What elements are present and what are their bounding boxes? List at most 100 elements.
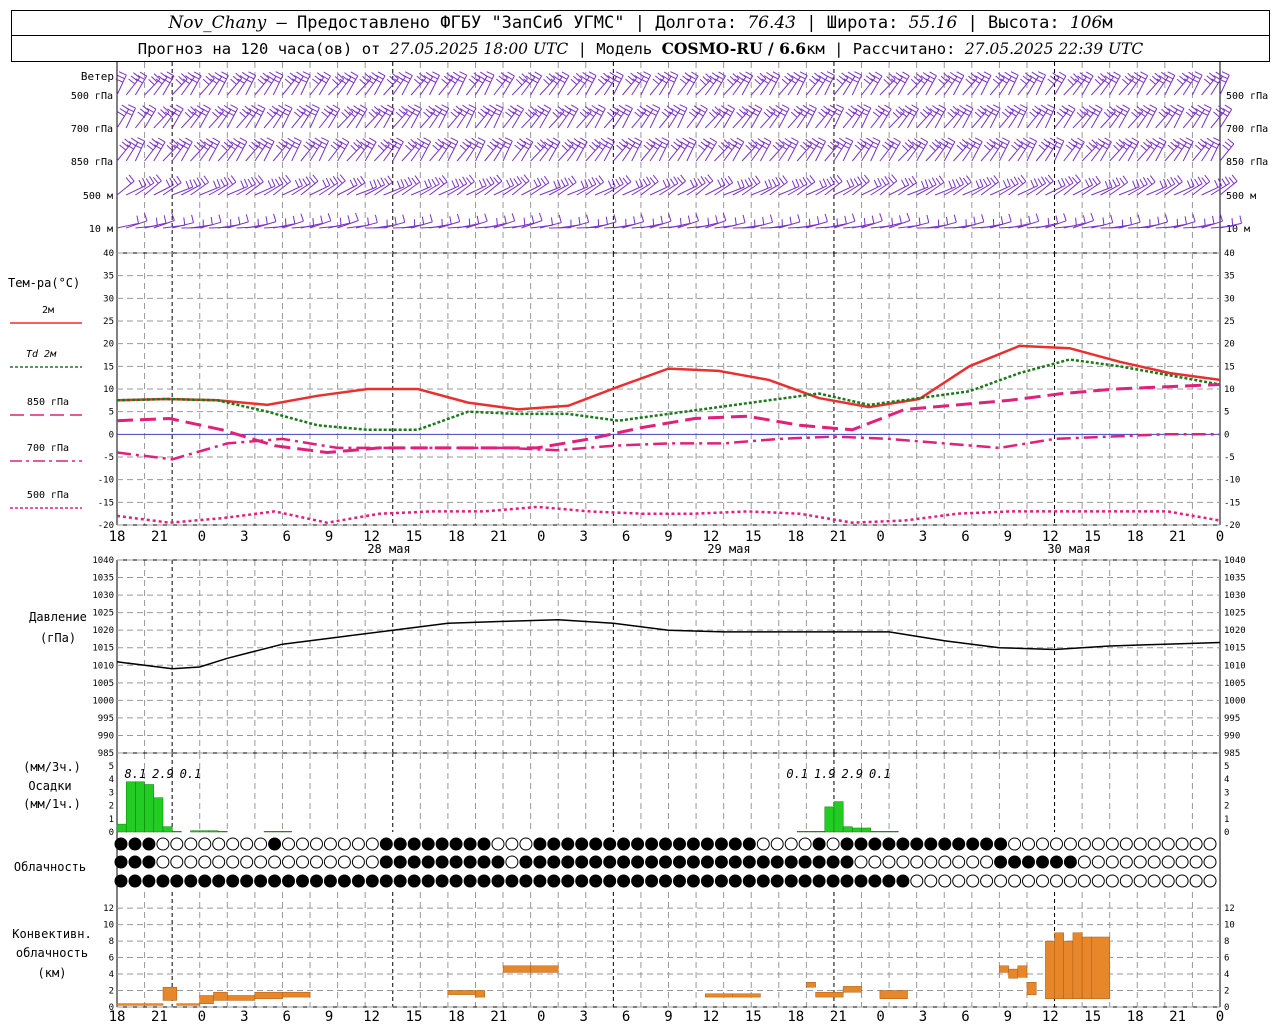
cloud-symbol: [365, 874, 379, 888]
wind-barb-flag: [642, 178, 648, 186]
wind-barb: [759, 141, 772, 162]
wind-barb: [236, 141, 248, 162]
wind-barb-flag: [1192, 213, 1196, 222]
cloud-symbol: [365, 837, 379, 851]
wind-barb-flag: [718, 71, 726, 77]
wind-barb-flag: [183, 217, 186, 226]
wind-barb-flag: [679, 78, 687, 85]
cloud-symbol: [617, 855, 631, 869]
wind-barb-flag: [257, 78, 265, 85]
wind-barb-flag: [1214, 179, 1219, 188]
wind-barb: [1136, 75, 1149, 96]
wind-barb: [539, 78, 556, 96]
precip-bar: [879, 831, 890, 833]
wind-barb-flag: [1010, 178, 1016, 186]
wind-barb-flag: [552, 137, 561, 143]
wind-barb-flag: [332, 176, 339, 184]
wind-barb-flag: [459, 144, 467, 151]
wind-barb-flag: [137, 111, 145, 118]
wind-barb-flag: [938, 175, 945, 183]
wind-barb: [796, 144, 812, 162]
wind-barb: [374, 144, 390, 162]
wind-barb-flag: [157, 111, 164, 119]
cloud-symbol: [882, 855, 896, 869]
cloud-symbol: [896, 855, 910, 869]
wind-barb-flag: [395, 111, 403, 118]
wind-level-left: 500 м: [83, 191, 113, 202]
wind-barb-flag: [558, 214, 562, 223]
wind-barb-flag: [1164, 214, 1169, 223]
cloud-symbol: [379, 874, 393, 888]
cloud-symbol: [435, 855, 449, 869]
wind-barb-flag: [1102, 217, 1105, 226]
wind-barb-flag: [952, 179, 956, 187]
time-tick: 21: [490, 1009, 507, 1024]
wind-barb: [337, 141, 350, 162]
wind-barb-flag: [929, 144, 936, 152]
wind-barb-flag: [227, 177, 234, 185]
wind-barb-flag: [356, 178, 363, 186]
wind-barb-flag: [877, 177, 882, 186]
wind-barb-flag: [1058, 71, 1067, 77]
wind-barb-flag: [148, 78, 155, 86]
wind-barb-flag: [1167, 71, 1176, 76]
wind-barb-flag: [763, 137, 772, 143]
cloud-symbol: [1050, 855, 1063, 869]
time-tick: 21: [151, 1009, 168, 1024]
wind-barb-flag: [1194, 178, 1200, 186]
wind-barb-flag: [687, 215, 691, 224]
pressure-ytick-left: 1035: [92, 574, 114, 584]
wind-barb-flag: [660, 215, 663, 224]
wind-barb-flag: [486, 144, 494, 151]
wind-barb-flag: [791, 137, 799, 143]
wind-barb: [989, 77, 1005, 96]
wind-barb-flag: [239, 137, 248, 143]
date-label: 30 мая: [1047, 542, 1090, 556]
cloud-symbol: [1022, 855, 1035, 869]
wind-barb-flag: [1037, 71, 1046, 76]
wind-barb-flag: [1174, 177, 1180, 185]
wind-barb: [1155, 111, 1171, 129]
wind-barb-flag: [573, 138, 581, 144]
wind-barb-flag: [368, 137, 377, 143]
wind-barb-flag: [205, 138, 213, 144]
wind-barb-flag: [220, 179, 226, 187]
cloud-symbol: [784, 874, 798, 888]
wind-barb-flag: [455, 178, 460, 187]
conv-ytick-right: 0: [1224, 1003, 1229, 1013]
wind-barb-flag: [615, 71, 624, 76]
wind-barb-flag: [543, 175, 550, 183]
wind-barb-flag: [1043, 138, 1051, 145]
wind-barb-flag: [504, 215, 507, 224]
wind-barb: [429, 144, 445, 162]
cloud-symbol: [589, 874, 603, 888]
precip-bar: [833, 801, 844, 833]
wind-barb-flag: [1176, 104, 1185, 109]
time-tick: 3: [240, 1009, 248, 1024]
cloud-symbol: [840, 874, 854, 888]
cloud-symbol: [756, 855, 770, 869]
wind-barb: [897, 75, 910, 96]
wind-barb: [1063, 108, 1076, 129]
wind-barb-flag: [371, 72, 379, 78]
cloud-symbol: [826, 855, 840, 869]
wind-barb-flag: [578, 216, 581, 225]
wind-barb-flag: [1215, 108, 1223, 115]
wind-barb: [1182, 110, 1198, 129]
cloud-symbol: [980, 837, 994, 851]
convective-bar: [1008, 968, 1019, 979]
wind-barb-flag: [1110, 214, 1114, 223]
wind-barb-flag: [495, 78, 503, 85]
cloud-symbol: [268, 855, 282, 869]
wind-barb: [171, 78, 188, 96]
cloud-symbol: [1091, 837, 1105, 851]
wind-barb-flag: [826, 71, 835, 76]
wind-barb: [980, 144, 996, 162]
wind-barb-flag: [755, 175, 761, 183]
convective-bar: [530, 965, 559, 973]
temp-ytick-right: -20: [1224, 521, 1240, 531]
wind-barb-flag: [1095, 175, 1101, 183]
wind-barb: [1081, 144, 1098, 162]
wind-barb-flag: [688, 137, 697, 142]
wind-barb: [199, 108, 211, 129]
